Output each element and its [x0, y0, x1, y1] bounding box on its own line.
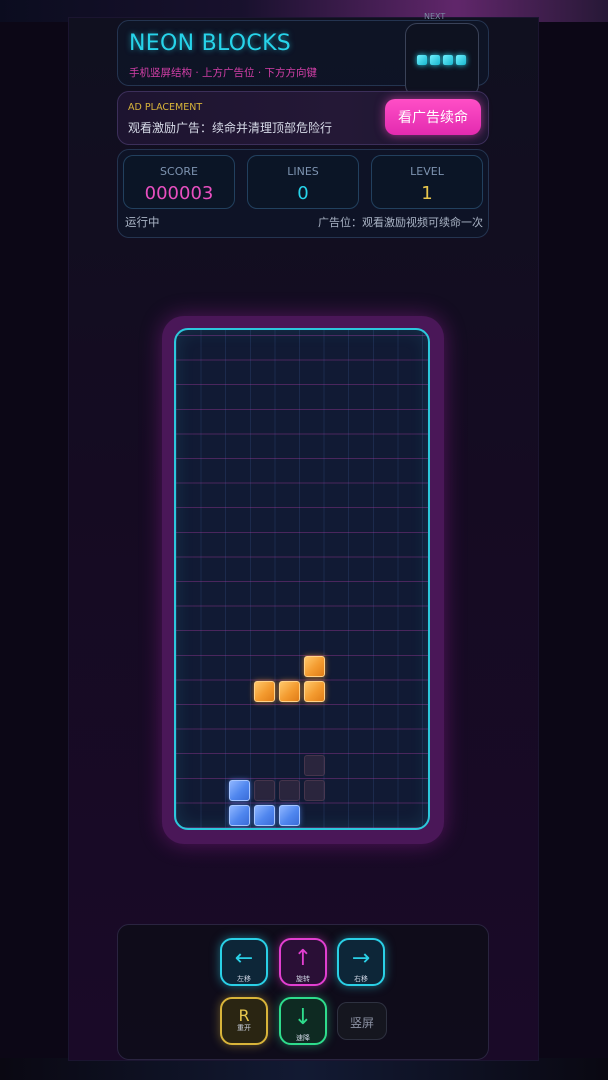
next-piece-cell — [456, 55, 466, 65]
block-cell — [228, 780, 250, 802]
score-box: SCORE 000003 — [123, 155, 235, 209]
ghost-cell — [253, 780, 275, 802]
game-subtitle: 手机竖屏结构 · 上方广告位 · 下方方向键 — [129, 67, 318, 79]
hard-drop-caption: 速降 — [296, 1034, 310, 1042]
lines-box: LINES 0 — [247, 155, 359, 209]
score-value: 000003 — [144, 183, 214, 204]
block-cell — [253, 680, 275, 702]
move-left-button[interactable]: ← 左移 — [220, 938, 268, 986]
arrow-up-icon: ↑ — [293, 946, 313, 971]
background-bottom-band — [0, 1058, 608, 1080]
arrow-left-icon: ← — [234, 946, 254, 971]
lines-label: LINES — [287, 165, 319, 178]
next-piece-cell — [417, 55, 427, 65]
level-box: LEVEL 1 — [371, 155, 483, 209]
rotate-button[interactable]: ↑ 旋转 — [279, 938, 327, 986]
ghost-cell — [304, 755, 326, 777]
next-piece-cell — [430, 55, 440, 65]
block-cell — [304, 680, 326, 702]
game-status: 运行中 — [125, 215, 160, 229]
level-value: 1 — [421, 183, 433, 204]
hard-drop-button[interactable]: ↓ 速降 — [279, 997, 327, 1045]
rotate-caption: 旋转 — [296, 975, 310, 983]
board-frame — [162, 316, 444, 844]
orientation-button[interactable]: 竖屏 — [337, 1002, 387, 1040]
move-right-button[interactable]: → 右移 — [337, 938, 385, 986]
arrow-down-icon: ↓ — [293, 1005, 313, 1030]
orientation-label: 竖屏 — [349, 1016, 374, 1030]
stats-panel: SCORE 000003 LINES 0 LEVEL 1 运行中 广告位：观看激… — [117, 149, 489, 238]
next-piece-preview: NEXT — [405, 12, 479, 97]
level-label: LEVEL — [410, 165, 444, 178]
block-cell — [278, 805, 300, 827]
score-label: SCORE — [160, 165, 198, 178]
next-piece-cell — [443, 55, 453, 65]
lines-value: 0 — [297, 183, 309, 204]
controls-panel: ← 左移 ↑ 旋转 → 右移 R 重开 ↓ 速降 竖屏 — [117, 924, 489, 1060]
ghost-cell — [304, 780, 326, 802]
arrow-right-icon: → — [351, 946, 371, 971]
ad-description: 观看激励广告：续命并清理顶部危险行 — [128, 121, 333, 135]
block-cell — [304, 655, 326, 677]
move-left-caption: 左移 — [237, 975, 251, 983]
block-cell — [253, 805, 275, 827]
restart-button[interactable]: R 重开 — [220, 997, 268, 1045]
next-label: NEXT — [424, 12, 446, 21]
ad-hint: 广告位：观看激励视频可续命一次 — [318, 216, 483, 229]
game-board[interactable] — [174, 328, 430, 830]
game-title: NEON BLOCKS — [129, 31, 292, 56]
watch-ad-button[interactable]: 看广告续命 — [385, 99, 481, 135]
ad-placement-bar: AD PLACEMENT 观看激励广告：续命并清理顶部危险行 看广告续命 — [117, 91, 489, 145]
block-cell — [228, 805, 250, 827]
ghost-cell — [278, 780, 300, 802]
ad-label: AD PLACEMENT — [128, 102, 203, 113]
move-right-caption: 右移 — [354, 975, 368, 983]
restart-caption: 重开 — [237, 1024, 251, 1032]
block-cell — [278, 680, 300, 702]
